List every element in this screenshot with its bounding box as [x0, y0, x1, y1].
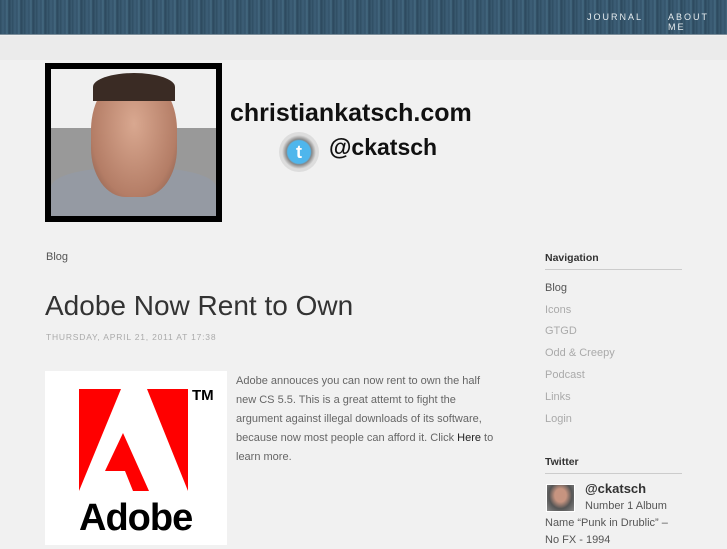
post-date: THURSDAY, APRIL 21, 2011 AT 17:38 — [46, 332, 217, 342]
trademark: TM — [192, 387, 214, 404]
twitter-heading: Twitter — [545, 456, 682, 474]
twitter-bird-icon[interactable]: t — [279, 132, 319, 172]
nav-journal[interactable]: JOURNAL — [587, 12, 643, 22]
post-text: Adobe annouces you can now rent to own t… — [236, 375, 482, 444]
sidebar-item-podcast[interactable]: Podcast — [545, 369, 585, 381]
post-title[interactable]: Adobe Now Rent to Own — [45, 290, 353, 322]
adobe-logo-image: TM Adobe — [45, 371, 227, 545]
breadcrumb[interactable]: Blog — [46, 251, 68, 263]
sidebar-item-odd-creepy[interactable]: Odd & Creepy — [545, 347, 615, 359]
twitter-username[interactable]: @ckatsch — [585, 481, 646, 496]
sidebar-item-icons[interactable]: Icons — [545, 304, 571, 316]
sidebar-item-blog[interactable]: Blog — [545, 282, 567, 294]
navigation-heading: Navigation — [545, 252, 682, 270]
here-link[interactable]: Here — [457, 432, 481, 444]
header-bar: JOURNAL ABOUT ME — [0, 0, 727, 35]
sidebar-item-links[interactable]: Links — [545, 391, 571, 403]
tweet-text: Number 1 Album Name “Punk in Drublic” – … — [545, 500, 668, 546]
header-band — [0, 36, 727, 60]
adobe-wordmark: Adobe — [79, 497, 193, 539]
nav-about-me[interactable]: ABOUT ME — [668, 12, 727, 32]
post-body: Adobe annouces you can now rent to own t… — [236, 372, 501, 467]
profile-photo — [45, 63, 222, 222]
sidebar-item-login[interactable]: Login — [545, 413, 572, 425]
sidebar-item-gtgd[interactable]: GTGD — [545, 325, 577, 337]
twitter-handle[interactable]: @ckatsch — [329, 134, 437, 161]
site-name[interactable]: christiankatsch.com — [230, 99, 472, 128]
